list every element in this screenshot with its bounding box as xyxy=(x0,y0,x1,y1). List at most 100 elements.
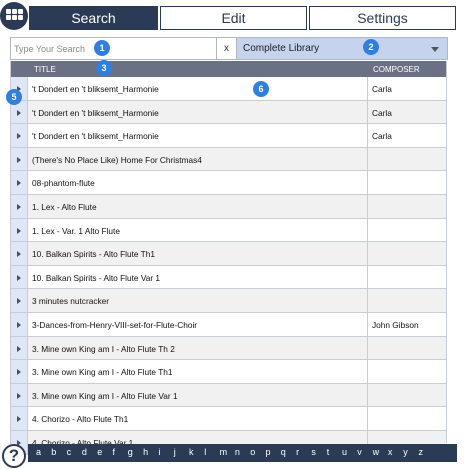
chevron-down-icon xyxy=(431,47,439,52)
tour-badge-5: 5 xyxy=(6,89,22,105)
table-row[interactable]: (There's No Place Like) Home For Christm… xyxy=(10,147,447,172)
expand-row-icon[interactable] xyxy=(10,336,28,360)
expand-row-icon[interactable] xyxy=(10,218,28,242)
expand-row-icon[interactable] xyxy=(10,312,28,336)
alphabet-letter[interactable]: s xyxy=(311,447,316,457)
alphabet-letter[interactable]: p xyxy=(266,447,271,457)
column-divider xyxy=(367,124,368,147)
search-row: x Complete Library xyxy=(10,37,465,60)
table-row[interactable]: 1. Lex - Var. 1 Alto Flute xyxy=(10,218,447,243)
alphabet-letter[interactable]: i xyxy=(158,447,160,457)
alphabet-letter[interactable]: h xyxy=(143,447,148,457)
search-input[interactable] xyxy=(10,37,217,60)
table-row[interactable]: 't Dondert en 't bliksemt_Harmonie Carla xyxy=(10,77,447,101)
column-divider xyxy=(367,265,368,289)
alphabet-letter[interactable]: e xyxy=(97,447,102,457)
table-row[interactable]: 10. Balkan Spirits - Alto Flute Th1 xyxy=(10,242,447,266)
alphabet-letter[interactable]: v xyxy=(357,447,362,457)
alphabet-letter[interactable]: r xyxy=(296,447,299,457)
help-icon[interactable]: ? xyxy=(2,444,26,468)
table-body: 't Dondert en 't bliksemt_Harmonie Carla '… xyxy=(10,77,447,455)
table-row[interactable]: 't Dondert en 't bliksemt_Harmonie Carla xyxy=(10,124,447,148)
row-title: 1. Lex - Alto Flute xyxy=(32,201,97,212)
alphabet-letter[interactable]: n xyxy=(235,447,240,457)
alphabet-letter[interactable]: q xyxy=(281,447,286,457)
alphabet-letter[interactable]: l xyxy=(204,447,206,457)
row-title: 3. Mine own King am I - Alto Flute Th1 xyxy=(32,367,173,378)
expand-row-icon[interactable] xyxy=(10,383,28,407)
alphabet-letter[interactable]: o xyxy=(250,447,255,457)
expand-row-icon[interactable] xyxy=(10,289,28,312)
alphabet-letter[interactable]: b xyxy=(51,447,56,457)
tab-settings[interactable]: Settings xyxy=(309,6,456,30)
row-title: 't Dondert en 't bliksemt_Harmonie xyxy=(32,84,159,94)
tab-search[interactable]: Search xyxy=(29,6,158,30)
table-row[interactable]: 08-phantom-flute xyxy=(10,171,447,195)
alphabet-bar: ab cde f ghi j kl mno pqr s t uv wxy z xyxy=(28,444,457,462)
expand-row-icon[interactable] xyxy=(10,147,28,171)
expand-row-icon[interactable] xyxy=(10,360,28,383)
table-row[interactable]: 1. Lex - Alto Flute xyxy=(10,194,447,219)
row-composer: John Gibson xyxy=(372,319,419,330)
column-divider xyxy=(367,312,368,336)
table-row[interactable]: 3. Mine own King am I - Alto Flute Th 2 xyxy=(10,336,447,361)
alphabet-letter[interactable]: c xyxy=(67,447,72,457)
expand-row-icon[interactable] xyxy=(10,407,28,430)
expand-row-icon[interactable] xyxy=(10,265,28,289)
column-header-composer[interactable]: COMPOSER xyxy=(373,65,420,74)
table-header: TITLE COMPOSER xyxy=(10,61,447,77)
alphabet-letter[interactable]: t xyxy=(327,447,330,457)
row-title: 08-phantom-flute xyxy=(32,178,95,189)
tour-badge-3: 3 xyxy=(96,60,112,76)
table-row[interactable]: 3. Mine own King am I - Alto Flute Th1 xyxy=(10,360,447,384)
row-title: 3-Dances-from-Henry-VIII-set-for-Flute-C… xyxy=(32,319,198,330)
column-divider xyxy=(367,147,368,171)
alphabet-letter[interactable]: f xyxy=(113,447,116,457)
column-divider xyxy=(367,171,368,194)
alphabet-letter[interactable]: d xyxy=(82,447,87,457)
alphabet-letter[interactable]: g xyxy=(128,447,133,457)
alphabet-letter[interactable]: j xyxy=(174,447,176,457)
alphabet-letter[interactable]: k xyxy=(189,447,194,457)
tab-edit[interactable]: Edit xyxy=(160,6,307,30)
row-title: (There's No Place Like) Home For Christm… xyxy=(32,154,202,165)
table-row[interactable]: 4. Chorizo - Alto Flute Th1 xyxy=(10,407,447,431)
column-divider xyxy=(367,77,368,100)
table-row[interactable]: 3-Dances-from-Henry-VIII-set-for-Flute-C… xyxy=(10,312,447,337)
expand-row-icon[interactable] xyxy=(10,124,28,147)
row-title: 3. Mine own King am I - Alto Flute Th 2 xyxy=(32,343,175,354)
alphabet-letter[interactable]: u xyxy=(342,447,347,457)
alphabet-letter[interactable]: a xyxy=(36,447,41,457)
alphabet-letter[interactable]: x xyxy=(388,447,393,457)
tour-badge-1: 1 xyxy=(94,40,110,56)
clear-search-button[interactable]: x xyxy=(217,37,237,60)
row-composer: Carla xyxy=(372,84,392,94)
alphabet-letter[interactable]: m xyxy=(220,447,228,457)
column-divider xyxy=(367,360,368,383)
column-header-title[interactable]: TITLE xyxy=(34,65,56,74)
column-divider xyxy=(367,407,368,430)
row-composer: Carla xyxy=(372,107,392,118)
column-divider xyxy=(367,100,368,124)
row-title: 4. Chorizo - Alto Flute Th1 xyxy=(32,414,129,425)
tour-badge-6: 6 xyxy=(253,81,269,97)
column-divider xyxy=(367,194,368,218)
row-title: 10. Balkan Spirits - Alto Flute Var 1 xyxy=(32,272,161,283)
row-title: 't Dondert en 't bliksemt_Harmonie xyxy=(32,131,159,142)
grid-menu-icon[interactable] xyxy=(0,2,28,30)
expand-row-icon[interactable] xyxy=(10,242,28,265)
alphabet-letter[interactable]: y xyxy=(403,447,408,457)
row-title: 10. Balkan Spirits - Alto Flute Th1 xyxy=(32,249,155,260)
table-row[interactable]: 3 minutes nutcracker xyxy=(10,289,447,313)
library-select[interactable]: Complete Library xyxy=(236,37,448,60)
table-row[interactable]: 3. Mine own King am I - Alto Flute Var 1 xyxy=(10,383,447,408)
table-row[interactable]: 't Dondert en 't bliksemt_Harmonie Carla xyxy=(10,100,447,125)
row-title: 1. Lex - Var. 1 Alto Flute xyxy=(32,225,120,236)
table-row[interactable]: 10. Balkan Spirits - Alto Flute Var 1 xyxy=(10,265,447,290)
expand-row-icon[interactable] xyxy=(10,171,28,194)
alphabet-letter[interactable]: w xyxy=(373,447,380,457)
tour-badge-2: 2 xyxy=(363,39,379,55)
alphabet-letter[interactable]: z xyxy=(419,447,424,457)
column-divider xyxy=(367,383,368,407)
expand-row-icon[interactable] xyxy=(10,194,28,218)
